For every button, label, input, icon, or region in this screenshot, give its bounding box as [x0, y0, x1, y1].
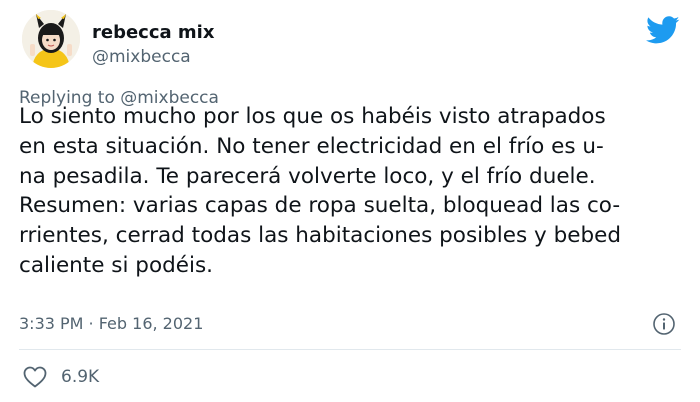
- heart-icon-svg: [23, 366, 47, 388]
- tweet-line: rrientes, cerrad todas las habitaciones …: [19, 223, 621, 249]
- author-display-name[interactable]: rebecca mix: [92, 22, 214, 44]
- info-icon-svg: [653, 313, 675, 335]
- tweet-line: Resumen: varias capas de ropa suelta, bl…: [19, 193, 621, 219]
- heart-icon[interactable]: [22, 365, 48, 389]
- twitter-bird-icon-svg: [646, 16, 680, 44]
- tweet-card: rebecca mix @mixbecca Replying to @mixbe…: [0, 0, 700, 402]
- tweet-line: na pesadila. Te parecerá volverte loco, …: [19, 163, 596, 189]
- info-icon[interactable]: [652, 312, 676, 336]
- avatar-illustration: [22, 10, 80, 68]
- like-count: 6.9K: [61, 367, 100, 387]
- tweet-text: Lo siento mucho por los que os habéis vi…: [19, 102, 694, 281]
- tweet-line: en esta situación. No tener electricidad…: [19, 133, 604, 159]
- tweet-timestamp[interactable]: 3:33 PM · Feb 16, 2021: [19, 314, 203, 334]
- tweet-line: Lo siento mucho por los que os habéis vi…: [19, 104, 606, 129]
- avatar[interactable]: [22, 10, 80, 68]
- author-handle[interactable]: @mixbecca: [92, 47, 191, 67]
- divider: [19, 349, 681, 350]
- tweet-line: caliente si podéis.: [19, 252, 213, 278]
- twitter-bird-icon[interactable]: [646, 16, 680, 46]
